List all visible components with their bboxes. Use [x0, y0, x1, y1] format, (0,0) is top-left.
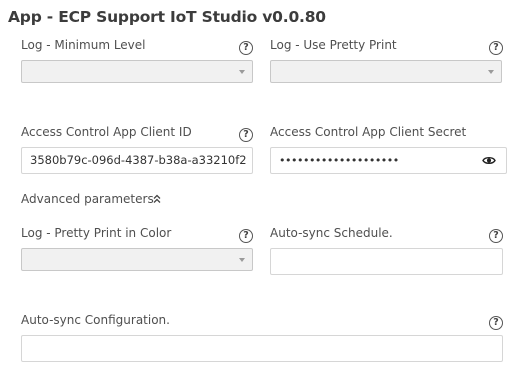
- auto-sync-schedule-label: Auto-sync Schedule.: [270, 226, 393, 240]
- client-id-label: Access Control App Client ID: [21, 125, 192, 139]
- page-title: App - ECP Support IoT Studio v0.0.80: [8, 8, 326, 26]
- log-min-level-label: Log - Minimum Level: [21, 38, 146, 52]
- client-id-value: 3580b79c-096d-4387-b38a-a33210f26e: [30, 153, 246, 167]
- log-pretty-print-label: Log - Use Pretty Print: [270, 38, 397, 52]
- auto-sync-config-label: Auto-sync Configuration.: [21, 313, 170, 327]
- help-circle-icon[interactable]: ?: [489, 316, 503, 330]
- help-circle-icon[interactable]: ?: [239, 41, 253, 55]
- client-secret-input[interactable]: ••••••••••••••••••••: [270, 147, 507, 174]
- pretty-print-color-select[interactable]: [21, 248, 253, 271]
- pretty-print-color-label: Log - Pretty Print in Color: [21, 226, 172, 240]
- client-secret-label: Access Control App Client Secret: [270, 125, 467, 139]
- log-pretty-print-select[interactable]: [270, 60, 502, 83]
- auto-sync-config-input[interactable]: [21, 335, 503, 362]
- log-min-level-select[interactable]: [21, 60, 253, 83]
- client-id-input[interactable]: 3580b79c-096d-4387-b38a-a33210f26e: [21, 147, 253, 174]
- advanced-parameters-toggle[interactable]: Advanced parameters: [21, 192, 154, 206]
- help-circle-icon[interactable]: ?: [239, 229, 253, 243]
- help-circle-icon[interactable]: ?: [489, 229, 503, 243]
- auto-sync-schedule-input[interactable]: [270, 248, 503, 275]
- double-chevron-up-icon[interactable]: [152, 193, 162, 205]
- client-secret-value: ••••••••••••••••••••: [279, 154, 399, 167]
- help-circle-icon[interactable]: ?: [239, 128, 253, 142]
- help-circle-icon[interactable]: ?: [489, 41, 503, 55]
- caret-down-icon: [239, 258, 245, 262]
- eye-icon[interactable]: [482, 155, 496, 166]
- caret-down-icon: [488, 70, 494, 74]
- caret-down-icon: [239, 70, 245, 74]
